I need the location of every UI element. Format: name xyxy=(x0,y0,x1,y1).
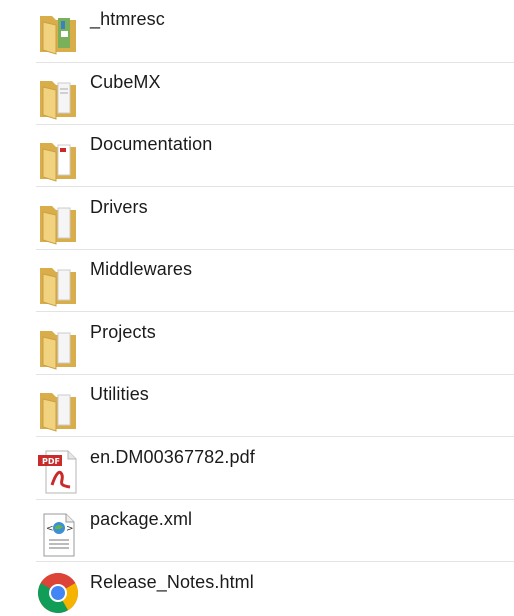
svg-text:>: > xyxy=(66,524,74,534)
file-item-htmresc[interactable]: _htmresc xyxy=(36,0,514,63)
chrome-icon xyxy=(36,569,82,616)
file-name: CubeMX xyxy=(90,72,161,92)
pdf-file-icon: PDF xyxy=(36,447,82,495)
file-item-documentation[interactable]: Documentation xyxy=(36,125,514,187)
folder-icon xyxy=(36,135,82,183)
file-name: _htmresc xyxy=(90,9,165,29)
svg-text:<: < xyxy=(46,524,54,534)
file-item-projects[interactable]: Projects xyxy=(36,313,514,375)
file-item-cubemx[interactable]: CubeMX xyxy=(36,63,514,125)
folder-icon xyxy=(36,8,82,56)
folder-icon xyxy=(36,260,82,308)
file-item-html[interactable]: Release_Notes.html xyxy=(36,563,514,616)
file-name: Utilities xyxy=(90,384,149,404)
file-item-pdf[interactable]: PDF en.DM00367782.pdf xyxy=(36,438,514,500)
file-item-xml[interactable]: < > package.xml xyxy=(36,500,514,562)
file-item-utilities[interactable]: Utilities xyxy=(36,375,514,437)
file-name: Middlewares xyxy=(90,259,193,279)
file-name: en.DM00367782.pdf xyxy=(90,447,255,467)
file-list: _htmresc CubeMX Documentation Drivers Mi… xyxy=(0,0,514,616)
folder-icon xyxy=(36,73,82,121)
file-item-middlewares[interactable]: Middlewares xyxy=(36,250,514,312)
file-name: Documentation xyxy=(90,134,213,154)
file-name: Release_Notes.html xyxy=(90,572,254,592)
folder-icon xyxy=(36,323,82,371)
xml-file-icon: < > xyxy=(36,510,82,558)
svg-text:PDF: PDF xyxy=(42,457,60,466)
file-name: package.xml xyxy=(90,509,193,529)
file-item-drivers[interactable]: Drivers xyxy=(36,188,514,250)
folder-icon xyxy=(36,385,82,433)
file-name: Projects xyxy=(90,322,156,342)
file-name: Drivers xyxy=(90,197,148,217)
folder-icon xyxy=(36,198,82,246)
